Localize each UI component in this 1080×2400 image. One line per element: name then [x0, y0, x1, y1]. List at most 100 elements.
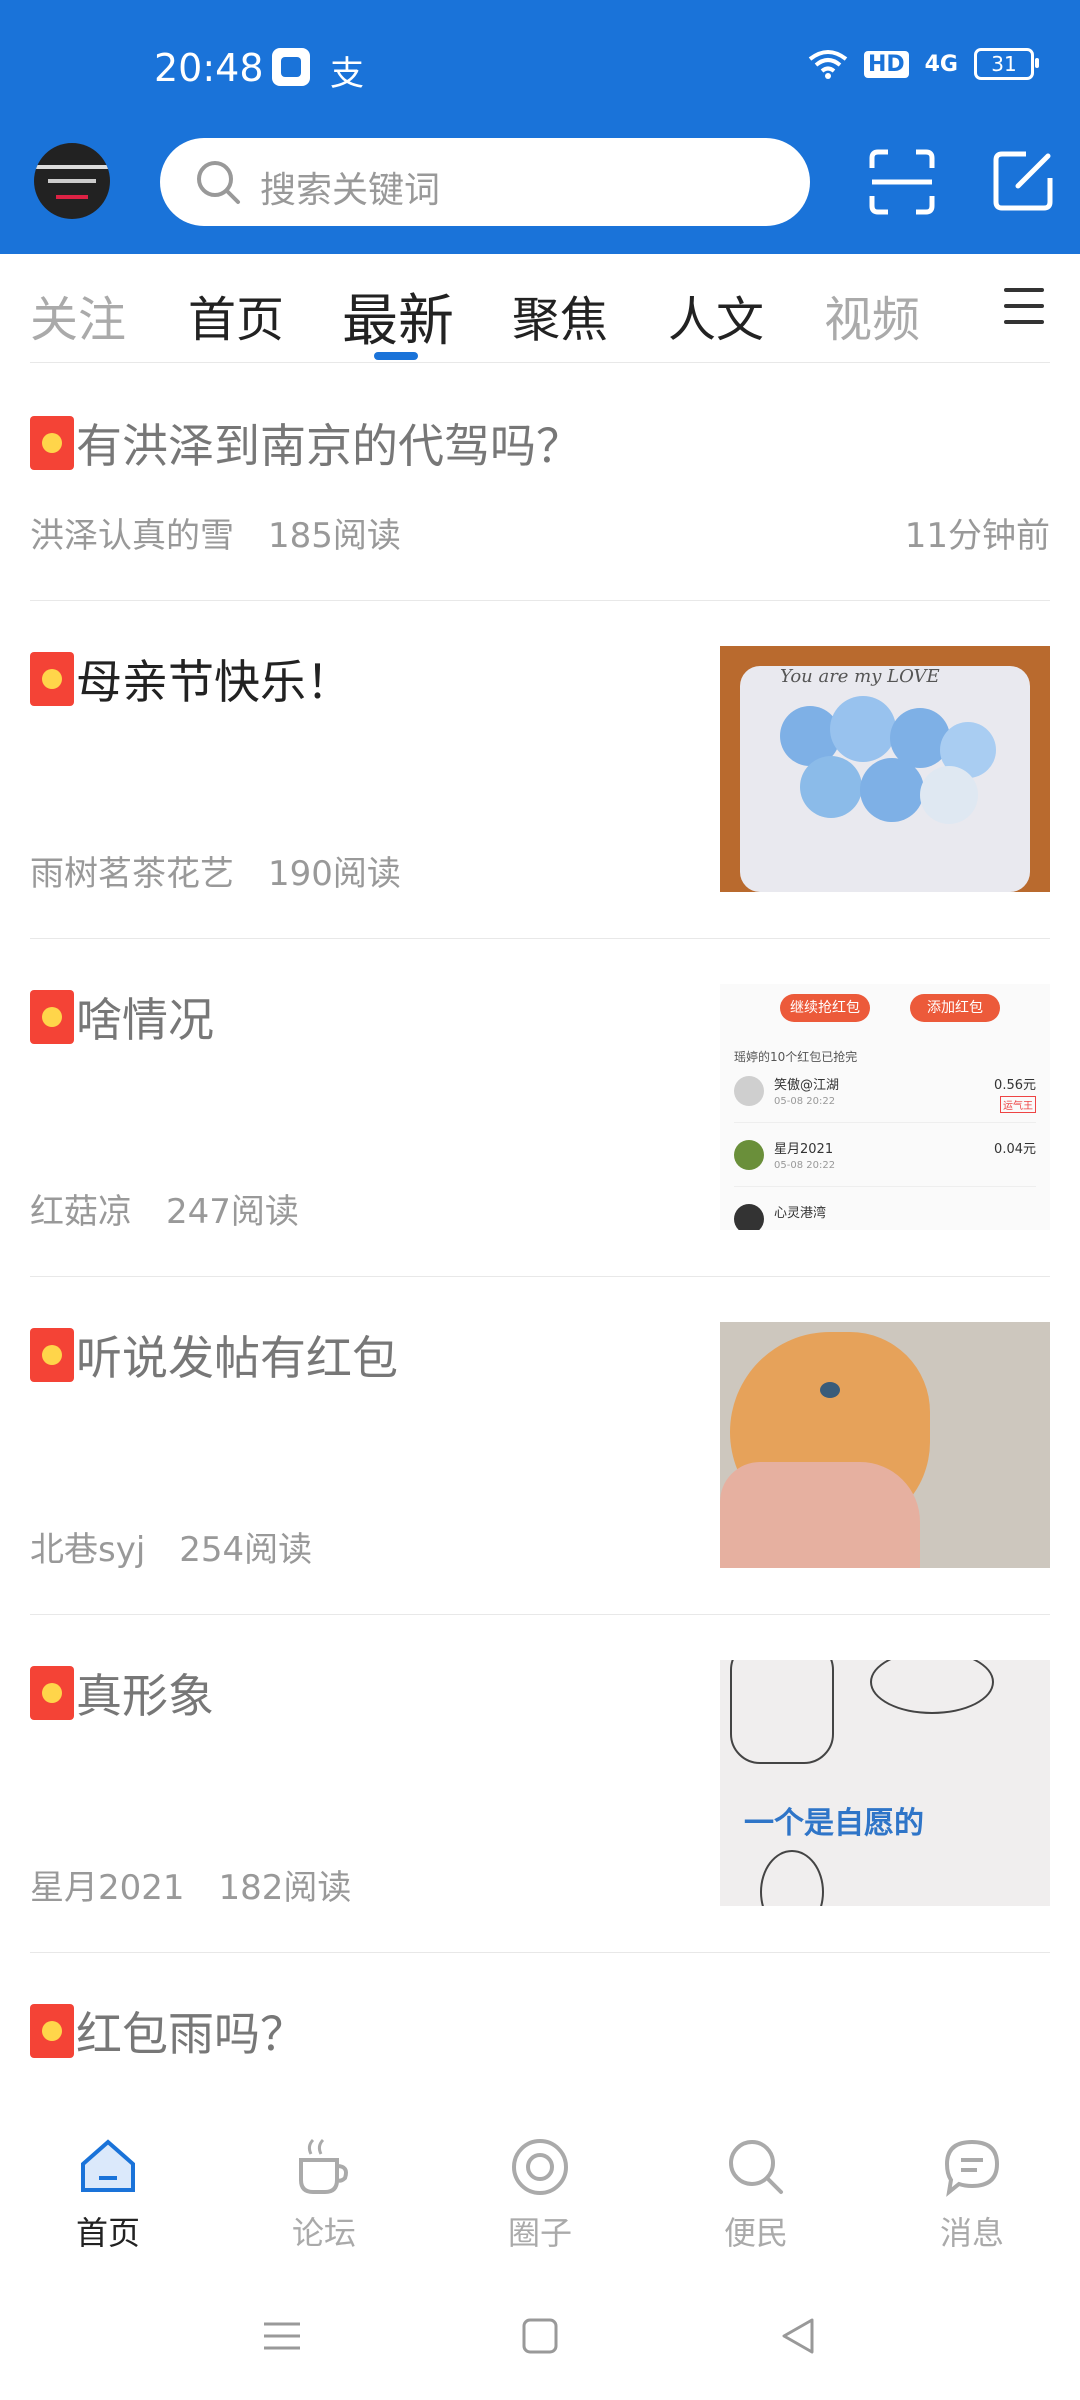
redpacket-name: 星月2021 — [774, 1142, 834, 1157]
post-time: 11分钟前 — [904, 516, 1050, 556]
post-reads: 185阅读 — [268, 516, 401, 556]
battery-icon: 31 — [974, 48, 1039, 80]
post-item[interactable]: 真形象 星月2021 182阅读 一个是自愿的 — [30, 1614, 1050, 1953]
continue-redpacket-label: 继续抢红包 — [780, 994, 870, 1022]
tab-humanities[interactable]: 人文 — [668, 280, 764, 350]
post-item[interactable]: 有洪泽到南京的代驾吗？ 洪泽认真的雪 185阅读 11分钟前 — [30, 364, 1050, 601]
redpacket-icon — [30, 2004, 74, 2058]
nav-circle-label: 圈子 — [507, 2214, 572, 2252]
search-bar[interactable]: 搜索关键词 — [160, 138, 810, 226]
post-reads: 254阅读 — [179, 1530, 313, 1570]
redpacket-name: 笑傲@江湖 — [774, 1078, 840, 1093]
post-meta: 雨树茗茶花艺 190阅读 — [30, 846, 401, 895]
post-item[interactable]: 母亲节快乐！ 雨树茗茶花艺 190阅读 You are my LOVE — [30, 600, 1050, 939]
redpacket-icon — [30, 990, 74, 1044]
hd-icon: HD — [863, 50, 909, 78]
post-reads: 247阅读 — [166, 1192, 299, 1232]
tabs-divider — [30, 362, 1050, 363]
post-title-text: 啥情况 — [76, 993, 214, 1047]
redpacket-row: 笑傲@江湖 05-08 20:22 0.56元 运气王 — [734, 1068, 1036, 1123]
coffee-cup-icon — [299, 2138, 348, 2194]
redpacket-badge: 运气王 — [1000, 1096, 1036, 1113]
nav-forum-label: 论坛 — [291, 2214, 356, 2252]
message-icon — [944, 2139, 1000, 2197]
tab-home[interactable]: 首页 — [188, 280, 284, 350]
post-meta: 红菇凉 247阅读 — [30, 1184, 299, 1233]
system-navigation-bar — [0, 2278, 1080, 2400]
post-author: 北巷syj — [30, 1530, 146, 1570]
status-bar: 20:48 支 HD 4G 31 — [0, 40, 1080, 100]
redpacket-name: 心灵港湾 — [774, 1206, 827, 1221]
alipay-notification-icon: 支 — [330, 54, 364, 94]
post-meta: 星月2021 182阅读 — [30, 1860, 351, 1909]
post-title: 红包雨吗？ — [30, 1998, 306, 2064]
flowers-text: You are my LOVE — [780, 666, 940, 687]
nav-convenience-label: 便民 — [723, 2214, 788, 2252]
post-meta: 北巷syj 254阅读 — [30, 1522, 312, 1571]
wifi-icon — [808, 50, 848, 79]
post-title-text: 真形象 — [76, 1669, 214, 1723]
search-placeholder: 搜索关键词 — [260, 170, 441, 211]
post-title: 听说发帖有红包 — [30, 1322, 398, 1388]
post-thumbnail-comic[interactable]: 一个是自愿的 — [720, 1660, 1050, 1906]
post-meta: 洪泽认真的雪 185阅读 — [30, 508, 401, 557]
app-notification-icon — [272, 48, 310, 86]
redpacket-time: 05-08 20:22 — [774, 1160, 836, 1171]
add-redpacket-label: 添加红包 — [910, 994, 1000, 1022]
nav-messages-label: 消息 — [939, 2214, 1004, 2252]
post-item[interactable]: 红包雨吗？ — [30, 1952, 1050, 2112]
active-tab-indicator — [374, 352, 418, 360]
post-author: 星月2021 — [30, 1868, 185, 1908]
status-time: 20:48 — [154, 46, 264, 90]
category-tabs: 关注 首页 最新 聚焦 人文 视频 — [0, 254, 1080, 364]
post-reads: 190阅读 — [268, 854, 401, 894]
nav-home[interactable]: 首页 — [38, 2136, 178, 2254]
post-title: 有洪泽到南京的代驾吗？ — [30, 410, 582, 476]
tab-focus[interactable]: 聚焦 — [512, 280, 608, 350]
tab-latest[interactable]: 最新 — [342, 276, 454, 357]
redpacket-time: 05-08 20:22 — [774, 1096, 836, 1107]
nav-messages[interactable]: 消息 — [902, 2136, 1042, 2254]
post-title-text: 母亲节快乐！ — [76, 655, 352, 709]
redpacket-amount: 0.56元 — [994, 1078, 1036, 1093]
post-thumbnail-kitten[interactable] — [720, 1322, 1050, 1568]
post-author: 雨树茗茶花艺 — [30, 854, 234, 894]
comic-caption: 一个是自愿的 — [744, 1806, 924, 1841]
recent-apps-icon[interactable] — [262, 2316, 302, 2356]
post-item[interactable]: 啥情况 红菇凉 247阅读 继续抢红包 添加红包 瑶婷的10个红包已抢完 笑傲@江… — [30, 938, 1050, 1277]
post-item[interactable]: 听说发帖有红包 北巷syj 254阅读 — [30, 1276, 1050, 1615]
user-avatar[interactable] — [34, 143, 110, 219]
tab-following[interactable]: 关注 — [30, 280, 126, 350]
menu-icon[interactable] — [1004, 288, 1044, 328]
post-title-text: 有洪泽到南京的代驾吗？ — [76, 419, 582, 473]
compose-icon[interactable] — [992, 150, 1054, 212]
post-thumbnail-redpacket-screenshot[interactable]: 继续抢红包 添加红包 瑶婷的10个红包已抢完 笑傲@江湖 05-08 20:22… — [720, 984, 1050, 1230]
redpacket-row: 星月2021 05-08 20:22 0.04元 — [734, 1132, 1036, 1187]
redpacket-amount: 0.04元 — [994, 1142, 1036, 1157]
nav-home-label: 首页 — [75, 2214, 140, 2252]
back-icon[interactable] — [778, 2316, 818, 2356]
post-title-text: 听说发帖有红包 — [76, 1331, 398, 1385]
tab-video[interactable]: 视频 — [824, 280, 920, 350]
redpacket-icon — [30, 416, 74, 470]
network-indicator: 4G — [924, 51, 958, 77]
redpacket-icon — [30, 652, 74, 706]
scan-icon[interactable] — [868, 148, 936, 216]
nav-circle[interactable]: 圈子 — [470, 2136, 610, 2254]
post-title-text: 红包雨吗？ — [76, 2007, 306, 2061]
post-title: 真形象 — [30, 1660, 214, 1726]
redpacket-icon — [30, 1666, 74, 1720]
home-icon — [81, 2139, 135, 2192]
circle-icon — [512, 2139, 568, 2195]
home-button-icon[interactable] — [520, 2316, 560, 2356]
nav-convenience[interactable]: 便民 — [686, 2136, 826, 2254]
post-author: 洪泽认真的雪 — [30, 516, 234, 556]
top-header: 20:48 支 HD 4G 31 搜索关键词 — [0, 0, 1080, 254]
search-icon — [197, 161, 240, 204]
redpacket-row: 心灵港湾 — [734, 1196, 1036, 1230]
bottom-navigation: 首页 论坛 圈子 便民 消息 — [0, 2108, 1080, 2278]
post-author: 红菇凉 — [30, 1192, 132, 1232]
post-thumbnail-flowers[interactable]: You are my LOVE — [720, 646, 1050, 892]
nav-forum[interactable]: 论坛 — [254, 2136, 394, 2254]
post-title: 啥情况 — [30, 984, 214, 1050]
